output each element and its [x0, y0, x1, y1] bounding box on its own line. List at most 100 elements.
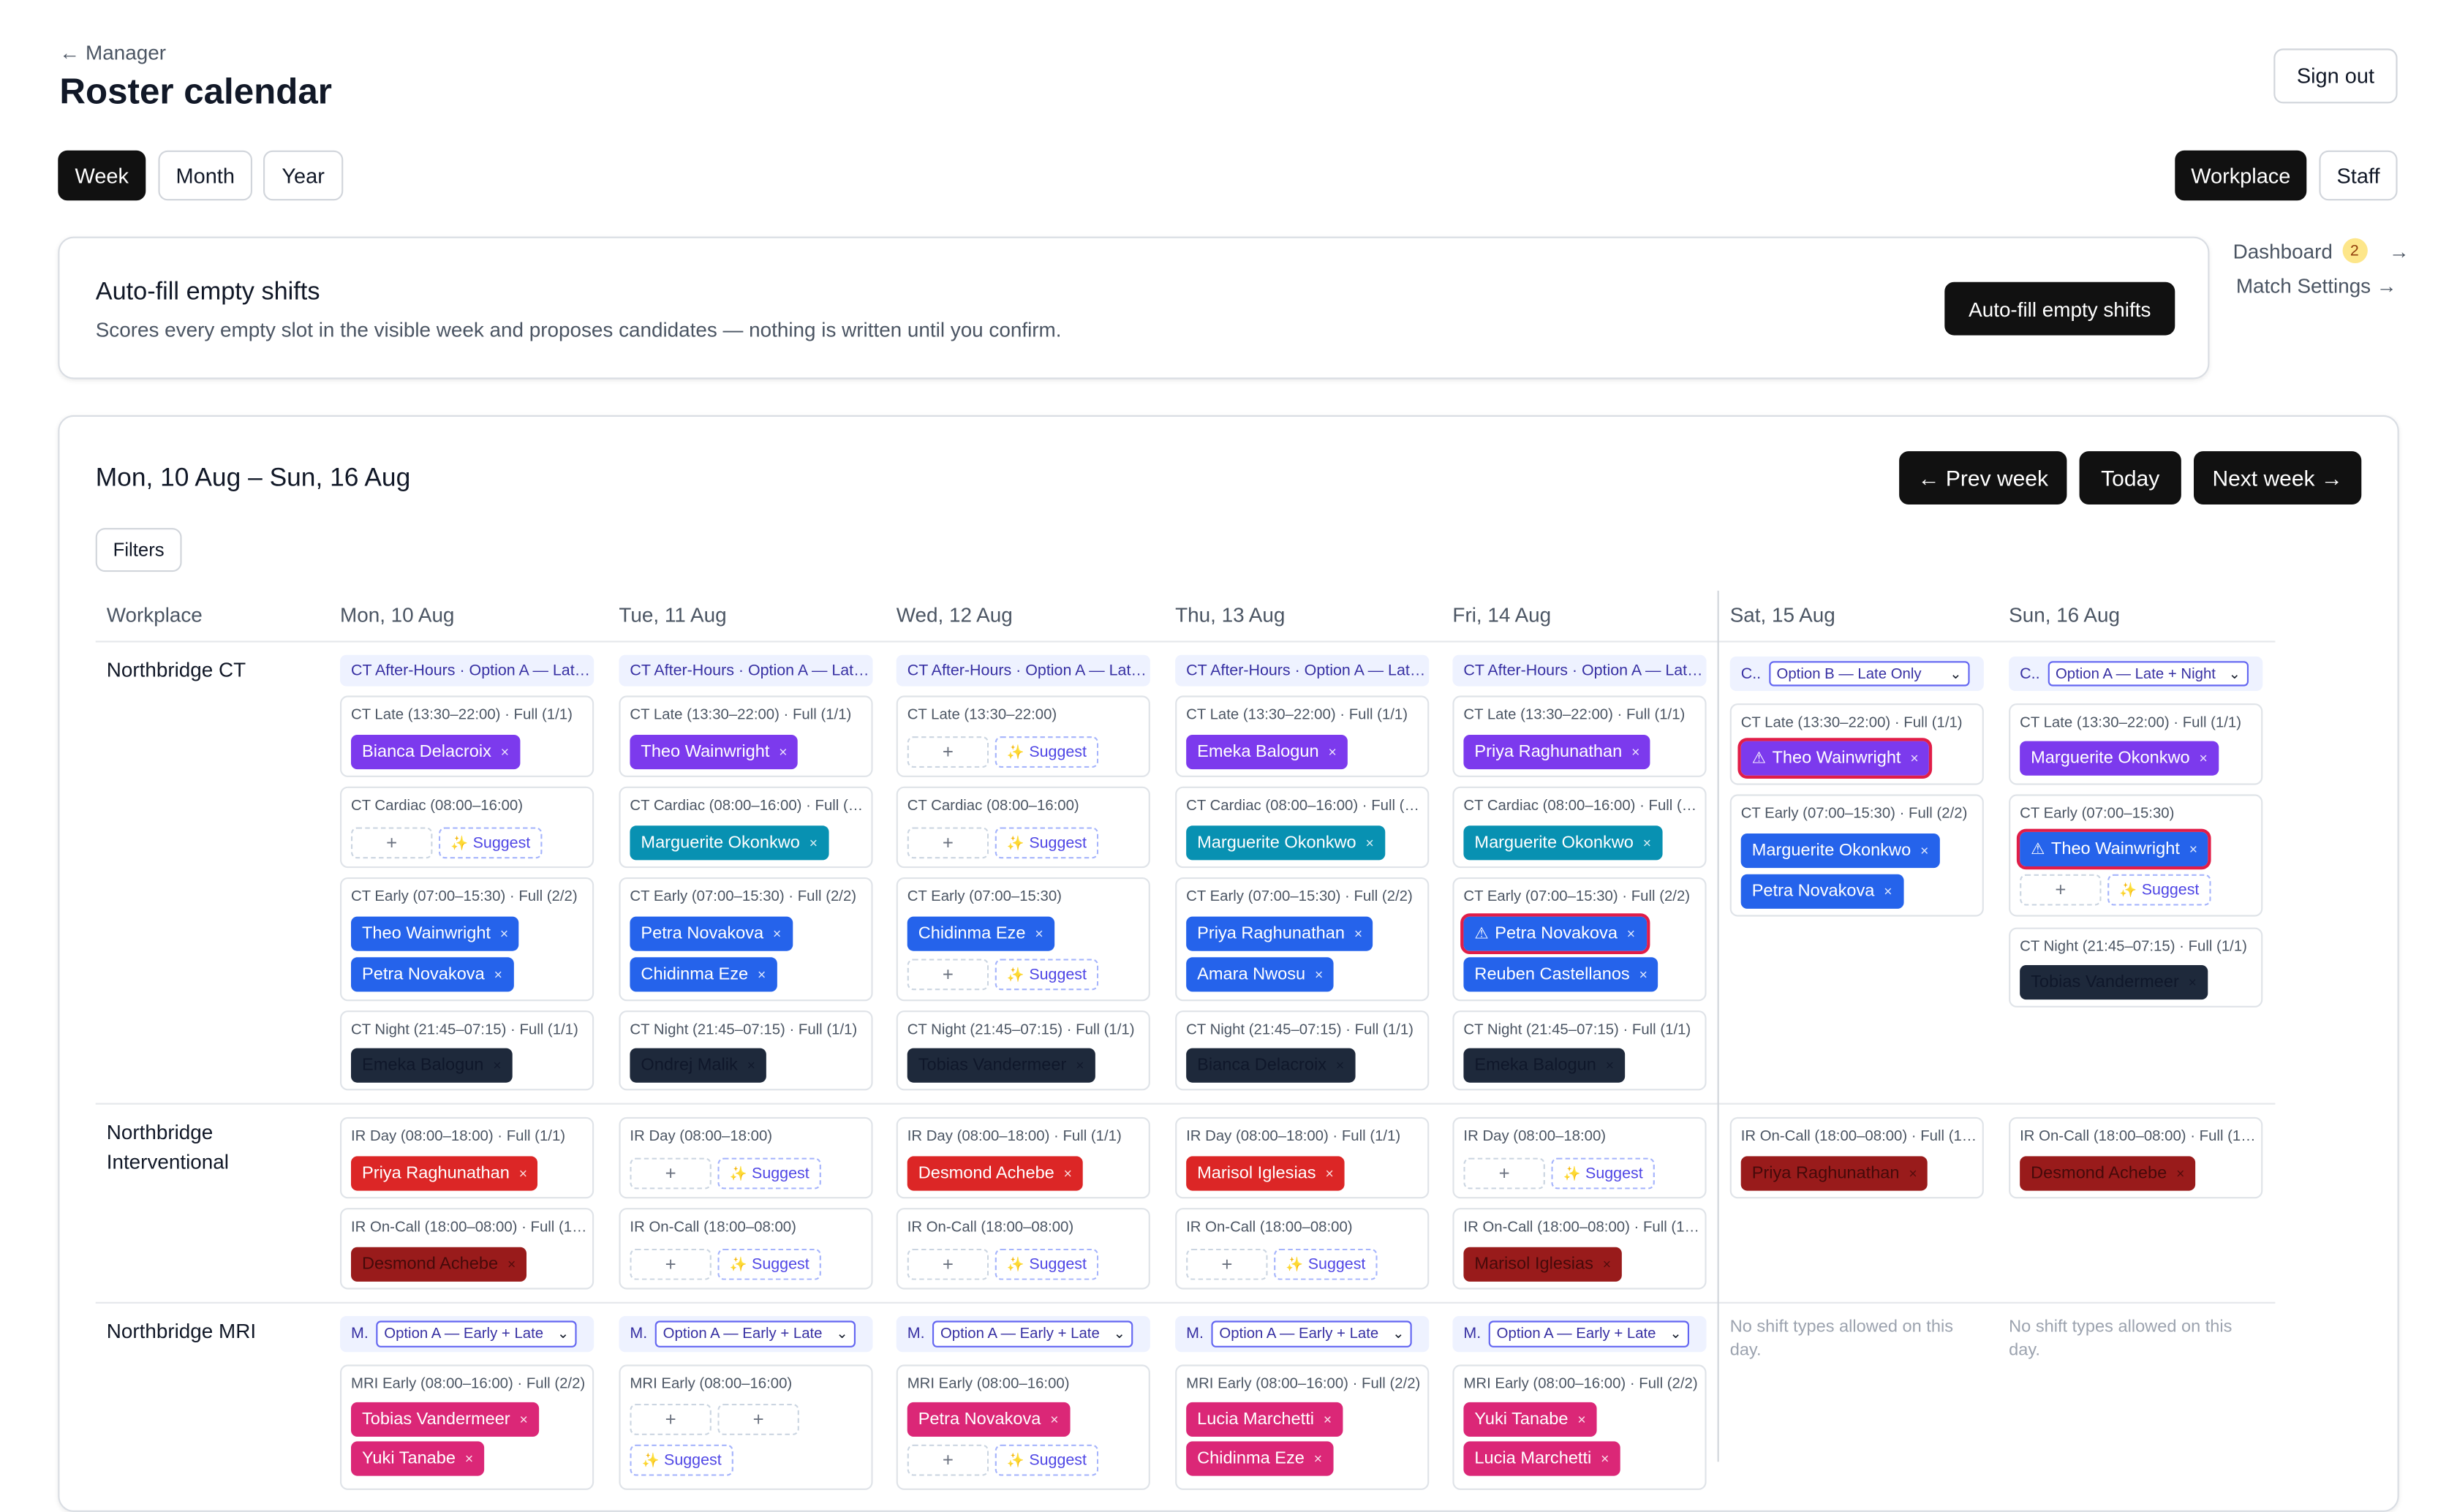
sign-out-button[interactable]: Sign out — [2273, 48, 2398, 104]
remove-icon[interactable]: × — [520, 1412, 528, 1427]
add-slot-button[interactable]: + — [907, 827, 989, 859]
remove-icon[interactable]: × — [773, 926, 781, 941]
staff-chip[interactable]: Marguerite Okonkwo × — [630, 825, 829, 861]
remove-icon[interactable]: × — [507, 1257, 516, 1272]
back-link-manager[interactable]: ← Manager — [59, 41, 166, 64]
next-week-button[interactable]: Next week → — [2194, 451, 2362, 504]
remove-icon[interactable]: × — [1064, 1165, 1072, 1181]
suggest-button[interactable]: ✨ Suggest — [994, 959, 1099, 991]
staff-chip[interactable]: Priya Raghunathan × — [351, 1156, 538, 1191]
add-slot-button[interactable]: + — [907, 1444, 989, 1476]
staff-chip-conflict[interactable]: ⚠ Petra Novakova × — [1460, 913, 1650, 954]
staff-chip[interactable]: Marisol Iglesias × — [1186, 1156, 1345, 1191]
add-slot-button[interactable]: + — [907, 736, 989, 768]
remove-icon[interactable]: × — [493, 1057, 501, 1073]
remove-icon[interactable]: × — [1631, 744, 1639, 760]
staff-chip[interactable]: Petra Novakova × — [351, 957, 513, 992]
suggest-button[interactable]: ✨ Suggest — [1551, 1157, 1655, 1190]
remove-icon[interactable]: × — [1076, 1057, 1084, 1073]
staff-chip[interactable]: Tobias Vandermeer × — [2020, 965, 2208, 1000]
staff-chip[interactable]: Marguerite Okonkwo × — [2020, 741, 2219, 776]
add-slot-button[interactable]: + — [717, 1404, 799, 1435]
staff-chip[interactable]: Bianca Delacroix × — [1186, 1048, 1356, 1083]
suggest-button[interactable]: ✨ Suggest — [717, 1157, 821, 1190]
tab-workplace[interactable]: Workplace — [2175, 150, 2307, 201]
staff-chip[interactable]: Amara Nwosu × — [1186, 957, 1335, 992]
staff-chip[interactable]: Emeka Balogun × — [1186, 734, 1348, 770]
remove-icon[interactable]: × — [1643, 835, 1651, 850]
staff-chip[interactable]: Marguerite Okonkwo × — [1463, 825, 1663, 861]
remove-icon[interactable]: × — [500, 926, 508, 941]
remove-icon[interactable]: × — [1627, 926, 1635, 941]
staff-chip[interactable]: Desmond Achebe × — [907, 1156, 1083, 1191]
staff-chip[interactable]: Chidinma Eze × — [1186, 1441, 1334, 1476]
add-slot-button[interactable]: + — [907, 959, 989, 991]
suggest-button[interactable]: ✨ Suggest — [439, 827, 543, 859]
add-slot-button[interactable]: + — [630, 1404, 712, 1435]
today-button[interactable]: Today — [2079, 451, 2181, 504]
option-select[interactable]: Option A — Early + Late ⌄ — [654, 1320, 856, 1347]
remove-icon[interactable]: × — [809, 835, 818, 850]
add-slot-button[interactable]: + — [630, 1157, 712, 1190]
autofill-button[interactable]: Auto-fill empty shifts — [1944, 281, 2175, 336]
shift-option-bar[interactable]: CT After-Hours · Option A — Lat… — [1175, 654, 1430, 687]
staff-chip[interactable]: Bianca Delacroix × — [351, 734, 521, 770]
dashboard-link[interactable]: Dashboard 2 → — [2233, 238, 2409, 263]
staff-chip[interactable]: Yuki Tanabe × — [1463, 1402, 1597, 1437]
staff-chip[interactable]: Petra Novakova × — [907, 1402, 1070, 1437]
staff-chip[interactable]: Desmond Achebe × — [2020, 1156, 2196, 1191]
staff-chip[interactable]: Petra Novakova × — [1740, 874, 1903, 909]
remove-icon[interactable]: × — [1603, 1257, 1611, 1272]
staff-chip-conflict[interactable]: ⚠ Theo Wainwright × — [1737, 738, 1933, 779]
remove-icon[interactable]: × — [1314, 1451, 1322, 1466]
add-slot-button[interactable]: + — [907, 1248, 989, 1280]
staff-chip[interactable]: Priya Raghunathan × — [1186, 916, 1374, 951]
option-select[interactable]: Option A — Early + Late ⌄ — [1211, 1320, 1412, 1347]
staff-chip[interactable]: Ondrej Malik × — [630, 1048, 766, 1083]
suggest-button[interactable]: ✨ Suggest — [630, 1444, 733, 1476]
remove-icon[interactable]: × — [1606, 1057, 1614, 1073]
remove-icon[interactable]: × — [1884, 884, 1892, 899]
remove-icon[interactable]: × — [465, 1451, 473, 1466]
remove-icon[interactable]: × — [1328, 744, 1336, 760]
remove-icon[interactable]: × — [1639, 967, 1648, 982]
suggest-button[interactable]: ✨ Suggest — [994, 1444, 1099, 1476]
suggest-button[interactable]: ✨ Suggest — [2107, 874, 2211, 906]
remove-icon[interactable]: × — [1324, 1412, 1332, 1427]
tab-staff[interactable]: Staff — [2319, 150, 2398, 201]
remove-icon[interactable]: × — [494, 967, 502, 982]
staff-chip[interactable]: Emeka Balogun × — [1463, 1048, 1626, 1083]
remove-icon[interactable]: × — [1315, 967, 1323, 982]
shift-option-bar[interactable]: CT After-Hours · Option A — Lat… — [340, 654, 595, 687]
remove-icon[interactable]: × — [2189, 842, 2197, 857]
staff-chip[interactable]: Priya Raghunathan × — [1740, 1156, 1928, 1191]
suggest-button[interactable]: ✨ Suggest — [994, 1248, 1099, 1280]
staff-chip[interactable]: Marguerite Okonkwo × — [1186, 825, 1385, 861]
staff-chip[interactable]: Theo Wainwright × — [351, 916, 520, 951]
match-settings-link[interactable]: Match Settings → — [2236, 274, 2397, 298]
tab-week[interactable]: Week — [58, 150, 146, 201]
option-select[interactable]: Option A — Early + Late ⌄ — [376, 1320, 577, 1347]
shift-option-bar[interactable]: CT After-Hours · Option A — Lat… — [1452, 654, 1707, 687]
tab-year[interactable]: Year — [263, 150, 344, 201]
remove-icon[interactable]: × — [1325, 1165, 1333, 1181]
staff-chip-conflict[interactable]: ⚠ Theo Wainwright × — [2016, 828, 2212, 870]
remove-icon[interactable]: × — [1920, 843, 1928, 858]
remove-icon[interactable]: × — [2189, 975, 2197, 990]
staff-chip[interactable]: Reuben Castellanos × — [1463, 957, 1658, 992]
shift-option-bar[interactable]: CT After-Hours · Option A — Lat… — [896, 654, 1150, 687]
staff-chip[interactable]: Lucia Marchetti × — [1463, 1441, 1620, 1476]
staff-chip[interactable]: Tobias Vandermeer × — [351, 1402, 539, 1437]
remove-icon[interactable]: × — [1354, 926, 1362, 941]
option-select[interactable]: Option A — Early + Late ⌄ — [932, 1320, 1133, 1347]
staff-chip[interactable]: Tobias Vandermeer × — [907, 1048, 1095, 1083]
staff-chip[interactable]: Lucia Marchetti × — [1186, 1402, 1343, 1437]
staff-chip[interactable]: Marisol Iglesias × — [1463, 1247, 1623, 1282]
remove-icon[interactable]: × — [519, 1165, 527, 1181]
remove-icon[interactable]: × — [1909, 1165, 1917, 1181]
shift-option-bar[interactable]: CT After-Hours · Option A — Lat… — [619, 654, 873, 687]
prev-week-button[interactable]: ← Prev week — [1899, 451, 2067, 504]
remove-icon[interactable]: × — [2176, 1165, 2184, 1181]
remove-icon[interactable]: × — [501, 744, 509, 760]
remove-icon[interactable]: × — [779, 744, 787, 760]
